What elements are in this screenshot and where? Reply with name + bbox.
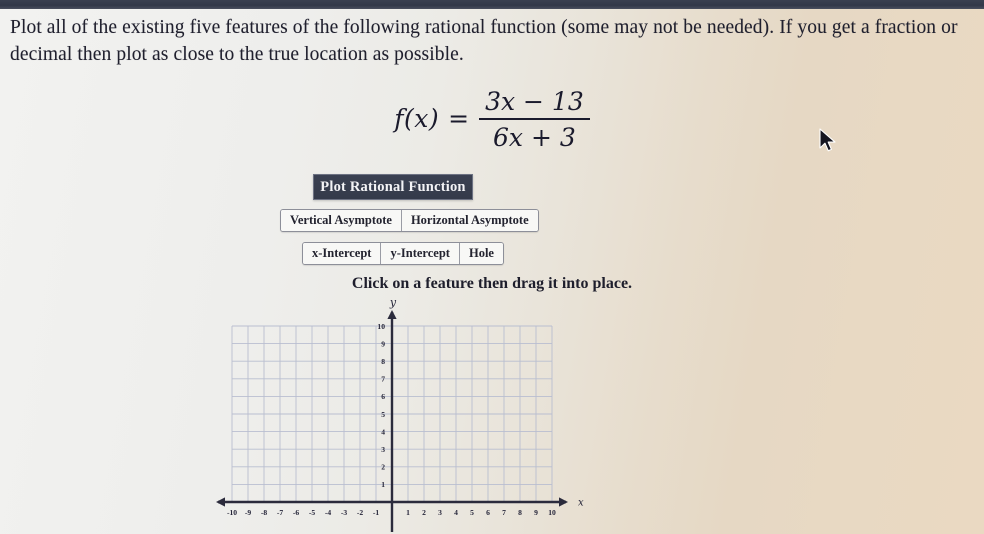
asymptote-button-group: Vertical Asymptote Horizontal Asymptote [280, 209, 539, 232]
formula-fraction: 3x − 13 6x + 3 [479, 87, 590, 152]
x-tick-label: 2 [422, 508, 426, 517]
x-tick-label: -5 [309, 508, 316, 517]
y-tick-label: 9 [381, 339, 385, 348]
coordinate-plane[interactable]: -10 -9 -8 -7 -6 -5 -4 -3 -2 -1 1 2 3 4 5 6 7 8 9 10 1 2 3 4 5 6 7 8… [190, 292, 610, 534]
x-tick-label: -8 [261, 508, 268, 517]
x-tick-label: 10 [548, 508, 556, 517]
y-axis-label: y [389, 296, 397, 309]
x-tick-label: -6 [293, 508, 300, 517]
problem-prompt: Plot all of the existing five features o… [10, 17, 958, 65]
x-tick-label: 9 [534, 508, 538, 517]
x-tick-label: 4 [454, 508, 458, 517]
rational-function-formula: f(x) = 3x − 13 6x + 3 [394, 86, 590, 152]
y-tick-label: 4 [381, 427, 385, 436]
hole-button[interactable]: Hole [458, 243, 503, 264]
horizontal-asymptote-button[interactable]: Horizontal Asymptote [400, 210, 538, 231]
x-tick-label: -4 [325, 508, 332, 517]
x-axis-arrow-left [216, 497, 225, 507]
x-tick-label: -3 [341, 508, 348, 517]
x-tick-label: 7 [502, 508, 506, 517]
coordinate-plane-svg[interactable]: -10 -9 -8 -7 -6 -5 -4 -3 -2 -1 1 2 3 4 5 6 7 8 9 10 1 2 3 4 5 6 7 8… [190, 292, 610, 534]
intercept-button-group: x-Intercept y-Intercept Hole [302, 242, 504, 265]
drag-instruction: Click on a feature then drag it into pla… [351, 275, 633, 292]
x-tick-label: 8 [518, 508, 522, 517]
y-intercept-button[interactable]: y-Intercept [380, 243, 459, 264]
y-axis-arrow-up [387, 310, 397, 319]
formula-container: f(x) = 3x − 13 6x + 3 [0, 86, 984, 152]
x-tick-label: -9 [245, 508, 252, 517]
x-intercept-button[interactable]: x-Intercept [303, 243, 381, 264]
x-axis-label: x [578, 498, 584, 509]
x-tick-label: 1 [406, 508, 410, 517]
y-tick-label: 6 [381, 392, 385, 401]
x-tick-label: -7 [277, 508, 284, 517]
x-tick-label: -10 [227, 508, 237, 517]
y-tick-label: 5 [381, 410, 385, 419]
formula-lhs: f(x) [394, 103, 440, 133]
x-axis-arrow-right [559, 497, 568, 507]
y-axis-tick-labels: 1 2 3 4 5 6 7 8 9 10 [377, 322, 385, 489]
x-tick-label: 3 [438, 508, 442, 517]
vertical-asymptote-button[interactable]: Vertical Asymptote [281, 210, 401, 231]
x-tick-label: -2 [357, 508, 364, 517]
x-tick-label: 6 [486, 508, 490, 517]
top-bar [0, 0, 984, 9]
y-tick-label: 7 [381, 375, 385, 384]
formula-equals: = [448, 103, 470, 133]
y-tick-label: 1 [381, 480, 385, 489]
y-tick-label: 2 [381, 463, 385, 472]
formula-denominator: 6x + 3 [493, 122, 576, 152]
y-tick-label: 3 [381, 445, 385, 454]
y-tick-label: 8 [381, 357, 385, 366]
formula-numerator: 3x − 13 [485, 87, 584, 116]
y-tick-label: 10 [377, 322, 385, 331]
x-tick-label: 5 [470, 508, 474, 517]
plot-rational-function-button[interactable]: Plot Rational Function [313, 174, 473, 200]
x-tick-label: -1 [373, 508, 380, 517]
